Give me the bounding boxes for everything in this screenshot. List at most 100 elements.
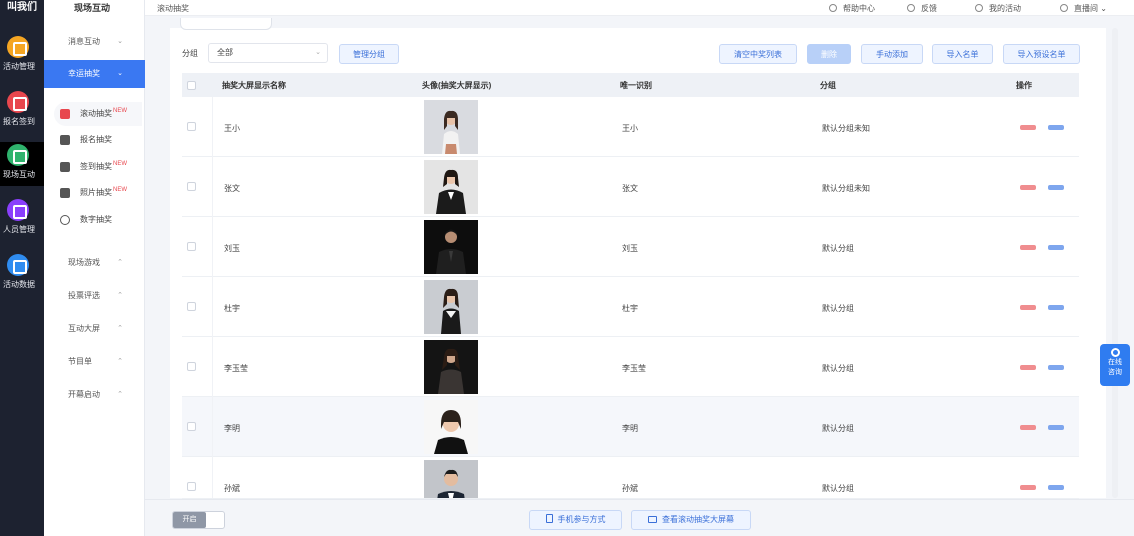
rail-item-interaction[interactable]: 现场互动 bbox=[0, 142, 44, 186]
help-center-link[interactable]: 帮助中心 bbox=[829, 3, 875, 14]
row-checkbox[interactable] bbox=[187, 482, 196, 491]
rail-label: 人员管理 bbox=[3, 225, 35, 234]
rail-label: 活动数据 bbox=[3, 280, 35, 289]
collapsed-tab[interactable] bbox=[180, 18, 272, 30]
row-edit-link[interactable] bbox=[1048, 485, 1064, 490]
new-badge: NEW bbox=[113, 187, 127, 193]
add-manual-button[interactable]: 手动添加 bbox=[861, 44, 923, 64]
person-lottery-icon bbox=[60, 135, 70, 145]
table-header: 抽奖大屏显示名称 头像(抽奖大屏显示) 唯一识别 分组 操作 bbox=[182, 73, 1079, 97]
group-select[interactable]: 全部 ⌄ bbox=[208, 43, 328, 63]
feedback-link[interactable]: 反馈 bbox=[907, 3, 937, 14]
select-all-checkbox[interactable] bbox=[187, 81, 196, 90]
enable-toggle[interactable]: 开启 bbox=[172, 511, 225, 529]
column-header-actions: 操作 bbox=[1016, 81, 1032, 90]
import-preset-list-button[interactable]: 导入预设名单 bbox=[1003, 44, 1080, 64]
row-delete-link[interactable] bbox=[1020, 485, 1036, 490]
my-events-label: 我的活动 bbox=[989, 4, 1021, 13]
phone-icon bbox=[545, 514, 553, 523]
row-delete-link[interactable] bbox=[1020, 125, 1036, 130]
row-checkbox[interactable] bbox=[187, 242, 196, 251]
location-icon bbox=[907, 4, 915, 12]
help-icon bbox=[829, 4, 837, 12]
calendar-icon bbox=[7, 36, 29, 58]
menu-group-screen[interactable]: 互动大屏 ⌃ bbox=[44, 315, 145, 343]
row-name: 杜宇 bbox=[224, 304, 240, 313]
rail-label: 现场互动 bbox=[3, 170, 35, 179]
import-list-button[interactable]: 导入名单 bbox=[932, 44, 993, 64]
row-edit-link[interactable] bbox=[1048, 365, 1064, 370]
row-uid: 李明 bbox=[622, 424, 638, 433]
row-edit-link[interactable] bbox=[1048, 125, 1064, 130]
row-name: 张文 bbox=[224, 184, 240, 193]
menu-item-checkin-lottery[interactable]: 签到抽奖NEW bbox=[54, 155, 142, 179]
mobile-join-button[interactable]: 手机参与方式 bbox=[529, 510, 622, 530]
avatar bbox=[424, 100, 478, 154]
table-row[interactable]: 刘玉 刘玉 默认分组 bbox=[182, 217, 1079, 277]
clear-winners-button[interactable]: 清空中奖列表 bbox=[719, 44, 797, 64]
online-consult-button[interactable]: 在线 咨询 bbox=[1100, 344, 1130, 386]
rail-item-registration[interactable]: 报名签到 bbox=[0, 89, 44, 133]
row-delete-link[interactable] bbox=[1020, 305, 1036, 310]
monitor-icon bbox=[648, 516, 657, 523]
manage-groups-button[interactable]: 管理分组 bbox=[339, 44, 399, 64]
avatar bbox=[424, 160, 478, 214]
row-checkbox[interactable] bbox=[187, 122, 196, 131]
menu-group-games[interactable]: 现场游戏 ⌃ bbox=[44, 249, 145, 277]
row-checkbox[interactable] bbox=[187, 182, 196, 191]
row-delete-link[interactable] bbox=[1020, 365, 1036, 370]
menu-group-label: 消息互动 bbox=[68, 37, 100, 46]
grid-icon bbox=[975, 4, 983, 12]
scrollbar-track[interactable] bbox=[1106, 28, 1134, 498]
row-edit-link[interactable] bbox=[1048, 425, 1064, 430]
table-row[interactable]: 王小 王小 默认分组未知 bbox=[182, 97, 1079, 157]
open-big-screen-button[interactable]: 查看滚动抽奖大屏幕 bbox=[631, 510, 751, 530]
row-checkbox[interactable] bbox=[187, 362, 196, 371]
table-row[interactable]: 李明 李明 默认分组 bbox=[182, 397, 1079, 457]
row-delete-link[interactable] bbox=[1020, 185, 1036, 190]
menu-group-messages[interactable]: 消息互动 ⌄ bbox=[44, 28, 145, 56]
table-row[interactable]: 杜宇 杜宇 默认分组 bbox=[182, 277, 1079, 337]
group-filter-label: 分组 bbox=[182, 49, 198, 58]
row-delete-link[interactable] bbox=[1020, 245, 1036, 250]
menu-group-voting[interactable]: 投票评选 ⌃ bbox=[44, 282, 145, 310]
group-select-value: 全部 bbox=[217, 48, 233, 57]
menu-item-label: 滚动抽奖 bbox=[80, 109, 112, 118]
rail-item-data[interactable]: 活动数据 bbox=[0, 252, 44, 296]
rail-item-events[interactable]: 活动管理 bbox=[0, 34, 44, 78]
table-row[interactable]: 张文 张文 默认分组未知 bbox=[182, 157, 1079, 217]
row-edit-link[interactable] bbox=[1048, 305, 1064, 310]
row-group: 默认分组未知 bbox=[822, 124, 870, 133]
menu-item-number-lottery[interactable]: 数字抽奖 bbox=[54, 208, 142, 232]
column-header-uid: 唯一识别 bbox=[620, 81, 652, 90]
menu-item-photo-lottery[interactable]: 照片抽奖NEW bbox=[54, 181, 142, 205]
row-checkbox[interactable] bbox=[187, 302, 196, 311]
menu-item-scroll-lottery[interactable]: 滚动抽奖NEW bbox=[54, 102, 142, 126]
row-edit-link[interactable] bbox=[1048, 185, 1064, 190]
table-row[interactable]: 李玉莹 李玉莹 默认分组 bbox=[182, 337, 1079, 397]
scrollbar-thumb[interactable] bbox=[1112, 28, 1118, 498]
row-edit-link[interactable] bbox=[1048, 245, 1064, 250]
table-row[interactable]: 孙斌 孙斌 默认分组 bbox=[182, 457, 1079, 499]
user-menu-label: 直播间 bbox=[1074, 4, 1098, 13]
top-bar: 滚动抽奖 帮助中心 反馈 我的活动 直播间 ⌄ bbox=[145, 0, 1134, 16]
delete-button[interactable]: 删除 bbox=[807, 44, 851, 64]
row-checkbox[interactable] bbox=[187, 422, 196, 431]
help-center-label: 帮助中心 bbox=[843, 4, 875, 13]
row-group: 默认分组 bbox=[822, 424, 854, 433]
menu-group-program[interactable]: 节目单 ⌃ bbox=[44, 348, 145, 376]
row-group: 默认分组 bbox=[822, 364, 854, 373]
chevron-down-icon: ⌄ bbox=[117, 70, 123, 77]
menu-item-registration-lottery[interactable]: 报名抽奖 bbox=[54, 128, 142, 152]
row-group: 默认分组 bbox=[822, 484, 854, 493]
consult-label-line2: 咨询 bbox=[1108, 369, 1122, 376]
menu-group-lottery[interactable]: 幸运抽奖 ⌄ bbox=[44, 60, 145, 88]
menu-group-opening[interactable]: 开幕启动 ⌃ bbox=[44, 381, 145, 409]
rail-item-people[interactable]: 人员管理 bbox=[0, 197, 44, 241]
my-events-link[interactable]: 我的活动 bbox=[975, 3, 1021, 14]
menu-item-label: 报名抽奖 bbox=[80, 135, 112, 144]
user-menu[interactable]: 直播间 ⌄ bbox=[1060, 3, 1107, 14]
row-name: 刘玉 bbox=[224, 244, 240, 253]
row-delete-link[interactable] bbox=[1020, 425, 1036, 430]
menu-item-label: 照片抽奖 bbox=[80, 188, 112, 197]
